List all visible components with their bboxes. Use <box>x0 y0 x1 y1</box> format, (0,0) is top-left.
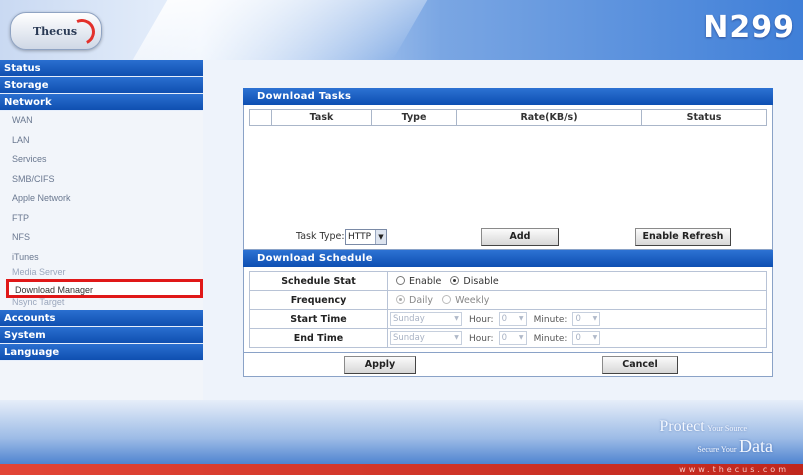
chevron-down-icon[interactable]: ▼ <box>375 230 386 244</box>
chevron-down-icon: ▼ <box>454 334 459 341</box>
download-manager-panel: Download Tasks Task Type Rate(KB/s) Stat… <box>243 88 773 377</box>
end-time-controls: Sunday ▼ Hour: 0 ▼ Minute: 0 ▼ <box>387 328 767 348</box>
task-controls: Task Type: HTTP ▼ Add Enable Refresh <box>244 225 772 249</box>
footer-url: www.thecus.com <box>679 465 789 474</box>
schedule-table: Schedule Stat Enable Disable Frequency D… <box>249 271 767 348</box>
download-tasks-box: Task Type Rate(KB/s) Status Task Type: H… <box>243 105 773 250</box>
start-time-controls: Sunday ▼ Hour: 0 ▼ Minute: 0 ▼ <box>387 309 767 329</box>
menu-accounts[interactable]: Accounts <box>0 310 203 327</box>
schedule-spacer <box>249 348 767 352</box>
start-hour-value: 0 <box>501 314 508 324</box>
menu-item-lan[interactable]: LAN <box>0 131 203 151</box>
chevron-down-icon: ▼ <box>592 315 598 322</box>
slogan-data: Data <box>739 436 773 456</box>
start-time-row: Start Time Sunday ▼ Hour: 0 ▼ Minute: 0 ▼ <box>249 309 767 329</box>
end-day-value: Sunday <box>393 333 425 343</box>
end-time-row: End Time Sunday ▼ Hour: 0 ▼ Minute: 0 ▼ <box>249 328 767 348</box>
schedule-stat-label: Schedule Stat <box>249 271 388 291</box>
disable-radio[interactable] <box>450 275 460 285</box>
sidebar-menu: Status Storage Network WAN LAN Services … <box>0 60 203 400</box>
menu-item-services[interactable]: Services <box>0 150 203 170</box>
chevron-down-icon: ▼ <box>592 334 598 341</box>
chevron-down-icon: ▼ <box>454 315 459 322</box>
tasks-table: Task Type Rate(KB/s) Status <box>249 109 767 126</box>
download-tasks-title: Download Tasks <box>243 88 773 105</box>
menu-item-apple-network[interactable]: Apple Network <box>0 189 203 209</box>
end-time-label: End Time <box>249 328 388 348</box>
disable-label: Disable <box>463 275 499 287</box>
menu-item-itunes[interactable]: iTunes <box>0 248 203 268</box>
chevron-down-icon: ▼ <box>518 315 524 322</box>
start-time-label: Start Time <box>249 309 388 329</box>
end-minute-value: 0 <box>575 333 581 343</box>
col-status[interactable]: Status <box>641 109 767 126</box>
enable-refresh-button[interactable]: Enable Refresh <box>635 228 731 246</box>
menu-item-wan[interactable]: WAN <box>0 111 203 131</box>
start-day-select[interactable]: Sunday ▼ <box>390 312 462 326</box>
apply-button[interactable]: Apply <box>344 356 416 374</box>
end-hour-label: Hour: <box>469 333 494 344</box>
start-minute-value: 0 <box>575 314 581 324</box>
cancel-button[interactable]: Cancel <box>602 356 678 374</box>
start-day-value: Sunday <box>393 314 425 324</box>
menu-storage[interactable]: Storage <box>0 77 203 94</box>
weekly-label: Weekly <box>455 294 490 306</box>
menu-language[interactable]: Language <box>0 344 203 361</box>
menu-item-nsync-target[interactable]: Nsync Target <box>0 298 203 310</box>
col-task[interactable]: Task <box>271 109 372 126</box>
frequency-label: Frequency <box>249 290 388 310</box>
task-type-select[interactable]: HTTP ▼ <box>345 229 387 245</box>
logo-swoosh-icon <box>65 15 99 49</box>
enable-radio[interactable] <box>396 275 405 285</box>
schedule-stat-row: Schedule Stat Enable Disable <box>249 271 767 291</box>
header-banner: Thecus N299 <box>0 0 803 60</box>
start-minute-label: Minute: <box>533 314 568 325</box>
slogan-your-source: Your Source <box>707 424 748 433</box>
end-hour-value: 0 <box>501 333 508 343</box>
daily-label: Daily <box>409 294 434 306</box>
model-name: N299 <box>703 10 795 45</box>
end-day-select[interactable]: Sunday ▼ <box>390 331 462 345</box>
daily-radio[interactable] <box>396 294 405 304</box>
col-type[interactable]: Type <box>371 109 457 126</box>
end-hour-select[interactable]: 0 ▼ <box>498 331 527 345</box>
menu-item-ftp[interactable]: FTP <box>0 209 203 229</box>
tasks-table-header: Task Type Rate(KB/s) Status <box>249 109 767 126</box>
start-minute-select[interactable]: 0 ▼ <box>572 312 601 326</box>
schedule-actions: Apply Cancel <box>243 353 773 377</box>
enable-label: Enable <box>409 275 442 287</box>
menu-item-smb-cifs[interactable]: SMB/CIFS <box>0 170 203 190</box>
menu-network[interactable]: Network <box>0 94 203 111</box>
slogan-secure-your: Secure Your <box>697 445 737 454</box>
end-minute-select[interactable]: 0 ▼ <box>572 331 601 345</box>
weekly-radio[interactable] <box>442 294 452 304</box>
col-rate[interactable]: Rate(KB/s) <box>456 109 642 126</box>
menu-item-media-server[interactable]: Media Server <box>0 267 203 279</box>
slogan-protect: Protect <box>659 418 705 435</box>
task-type-value: HTTP <box>348 232 372 242</box>
menu-system[interactable]: System <box>0 327 203 344</box>
task-type-label: Task Type: <box>296 231 345 242</box>
frequency-row: Frequency Daily Weekly <box>249 290 767 310</box>
start-hour-label: Hour: <box>469 314 494 325</box>
frequency-options: Daily Weekly <box>387 290 767 310</box>
col-select <box>249 109 272 126</box>
schedule-stat-options: Enable Disable <box>387 271 767 291</box>
thecus-logo: Thecus <box>10 12 102 50</box>
end-minute-label: Minute: <box>533 333 568 344</box>
start-hour-select[interactable]: 0 ▼ <box>498 312 527 326</box>
footer-slogan: Protect Your Source Secure Your Data <box>659 418 773 457</box>
menu-status[interactable]: Status <box>0 60 203 77</box>
menu-item-download-manager[interactable]: Download Manager <box>6 279 203 298</box>
menu-item-nfs[interactable]: NFS <box>0 228 203 248</box>
download-schedule-title: Download Schedule <box>243 250 773 267</box>
add-button[interactable]: Add <box>481 228 559 246</box>
chevron-down-icon: ▼ <box>518 334 524 341</box>
download-schedule-box: Schedule Stat Enable Disable Frequency D… <box>243 267 773 353</box>
